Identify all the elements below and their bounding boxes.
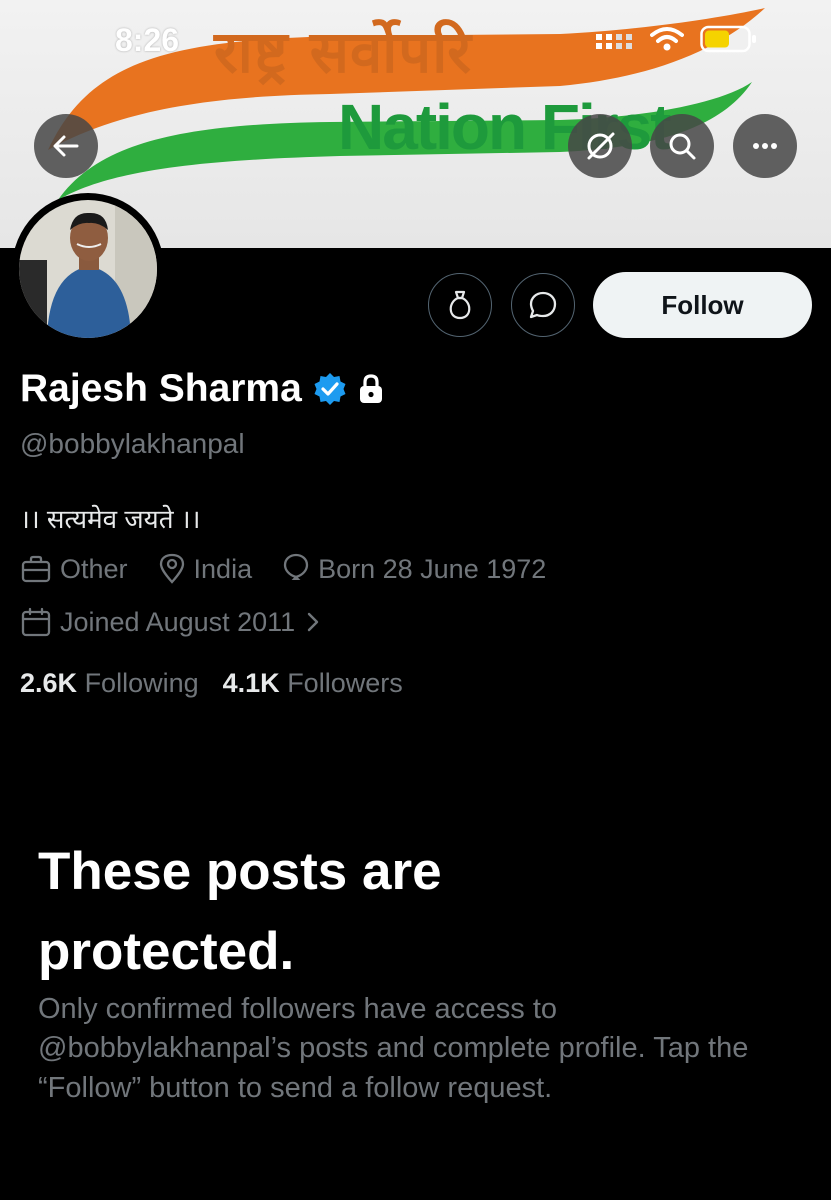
calendar-icon bbox=[21, 607, 51, 637]
location-pin-icon bbox=[159, 553, 184, 584]
joined-text: Joined August 2011 bbox=[60, 606, 296, 637]
chevron-right-icon bbox=[308, 612, 319, 632]
message-button[interactable] bbox=[511, 273, 575, 337]
profile-name: Rajesh Sharma bbox=[20, 367, 302, 410]
joined-row[interactable]: Joined August 2011 bbox=[20, 606, 323, 638]
followers-label: Followers bbox=[287, 668, 403, 698]
back-arrow-icon bbox=[53, 135, 79, 157]
profile-bio: ।। सत्यमेव जयते ।। bbox=[20, 504, 201, 534]
followers-stat[interactable]: 4.1K Followers bbox=[223, 668, 403, 699]
profile-meta-row: Other India Born 28 June 1972 bbox=[20, 553, 576, 585]
balloon-icon bbox=[283, 553, 309, 580]
lock-icon bbox=[359, 374, 382, 403]
protected-body: Only confirmed followers have access to … bbox=[38, 993, 749, 1104]
joined-item[interactable]: Joined August 2011 bbox=[20, 606, 323, 638]
profile-handle: @bobbylakhanpal bbox=[20, 428, 245, 459]
location-text: India bbox=[193, 553, 253, 584]
avatar[interactable] bbox=[12, 193, 164, 345]
follow-button[interactable]: Follow bbox=[593, 272, 812, 338]
status-time: 8:26 bbox=[115, 22, 180, 58]
money-bag-icon bbox=[449, 290, 471, 320]
battery-icon bbox=[700, 25, 756, 53]
wifi-icon bbox=[650, 27, 684, 51]
status-bar: 8:26 bbox=[0, 0, 831, 70]
following-stat[interactable]: 2.6K Following bbox=[20, 668, 199, 699]
back-button[interactable] bbox=[34, 114, 98, 178]
more-icon bbox=[753, 143, 777, 149]
birthday-item: Born 28 June 1972 bbox=[282, 553, 546, 585]
verified-badge-icon[interactable] bbox=[312, 371, 348, 407]
category-item: Other bbox=[20, 554, 128, 585]
protected-title: These posts are protected. bbox=[38, 842, 442, 981]
follow-stats: 2.6K Following 4.1K Followers bbox=[20, 668, 403, 699]
following-label: Following bbox=[84, 668, 199, 698]
grok-icon bbox=[587, 132, 615, 160]
search-button[interactable] bbox=[650, 114, 714, 178]
cellular-signal-icon bbox=[596, 34, 632, 49]
search-icon bbox=[669, 133, 696, 160]
grok-button[interactable] bbox=[568, 114, 632, 178]
more-button[interactable] bbox=[733, 114, 797, 178]
avatar-photo bbox=[19, 200, 157, 338]
birthday-text: Born 28 June 1972 bbox=[318, 553, 547, 584]
followers-count: 4.1K bbox=[222, 668, 280, 698]
profile-name-row: Rajesh Sharma bbox=[20, 367, 384, 411]
tip-button[interactable] bbox=[428, 273, 492, 337]
location-item: India bbox=[158, 553, 253, 585]
following-count: 2.6K bbox=[20, 668, 78, 698]
message-bubble-icon bbox=[529, 291, 557, 319]
category-text: Other bbox=[60, 553, 128, 584]
briefcase-icon bbox=[21, 555, 51, 583]
person-photo-graphic bbox=[19, 200, 157, 338]
